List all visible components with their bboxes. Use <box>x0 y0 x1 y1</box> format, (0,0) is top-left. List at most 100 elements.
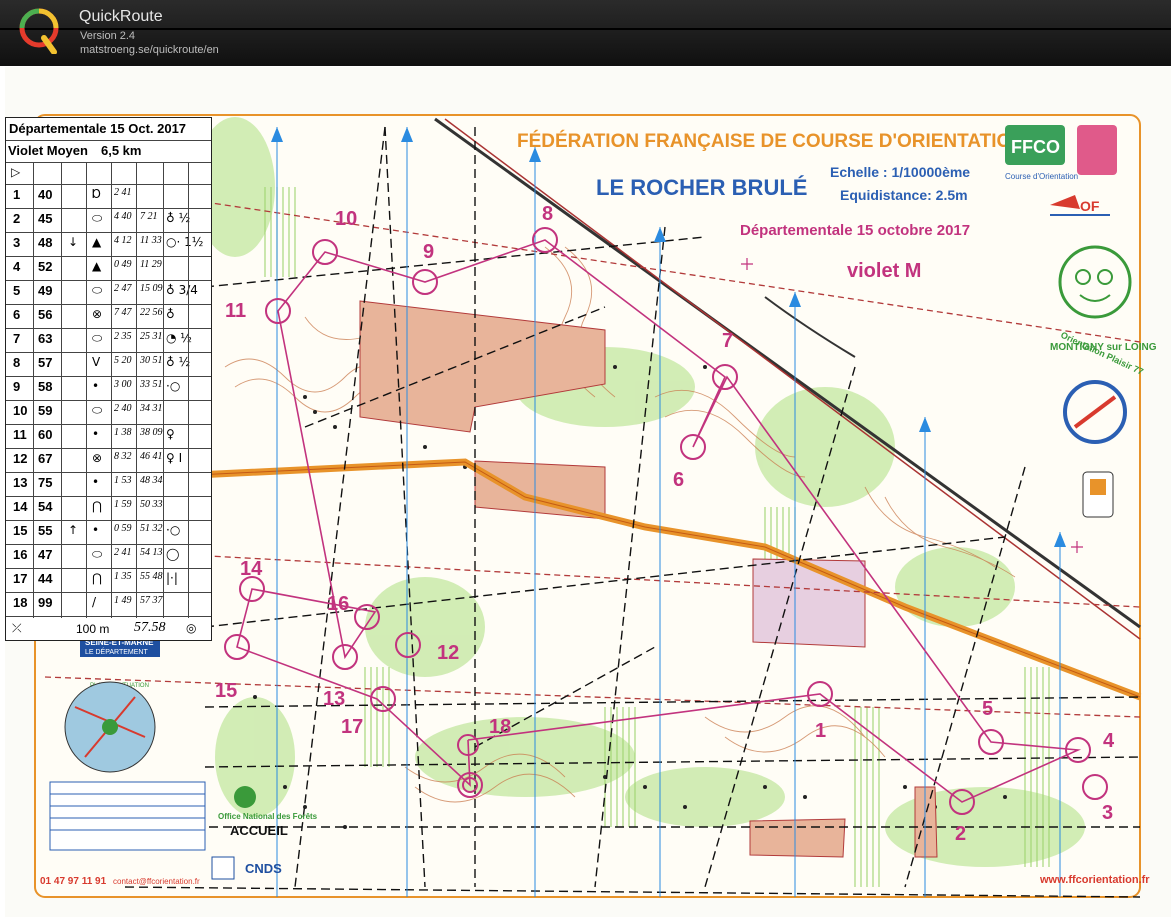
start-triangle-icon: ▷ <box>11 165 21 179</box>
svg-text:LE DÉPARTEMENT: LE DÉPARTEMENT <box>85 647 148 656</box>
contact-email: contact@ffcorientation.fr <box>113 877 200 886</box>
control-label-6: 6 <box>673 469 684 491</box>
control-number: 18 <box>13 595 28 610</box>
control-number: 11 <box>13 427 27 442</box>
legal-info-box <box>49 781 206 851</box>
svg-text:FFCO: FFCO <box>1011 137 1060 157</box>
control-description-sheet: Départementale 15 Oct. 2017 Violet Moyen… <box>5 117 212 641</box>
control-row: 15 55 ↑ • 0 59 51 32 ·○ <box>6 520 211 545</box>
split-time: 1 38 <box>114 427 132 438</box>
control-row: 16 47 ⬭ 2 41 54 13 ◯ <box>6 544 211 569</box>
feature-icon: ▲ <box>92 235 102 249</box>
control-row: 17 44 ⋂ 1 35 55 48 |·| <box>6 568 211 593</box>
control-code: 56 <box>38 307 53 322</box>
split-time: 0 49 <box>114 259 132 270</box>
control-row: 1 40 Ɒ 2 41 <box>6 184 211 209</box>
control-row: 8 57 V 5 20 30 51 ♁ ½ <box>6 352 211 377</box>
control-code: 75 <box>38 475 53 490</box>
detail-icon: ♁ 3/4 <box>166 283 198 297</box>
sheet-distance: 6,5 km <box>101 143 142 158</box>
control-number: 13 <box>13 475 28 490</box>
finish-arrow-icon: ⤫ <box>12 621 22 635</box>
split-time: 0 59 <box>114 523 132 534</box>
app-url[interactable]: matstroeng.se/quickroute/en <box>80 44 219 56</box>
sheet-course-row: Violet Moyen 6,5 km <box>6 140 211 163</box>
control-label-7: 7 <box>722 330 733 352</box>
control-row: 10 59 ⬭ 2 40 34 31 <box>6 400 211 425</box>
cumulative-time: 55 48 <box>140 571 163 582</box>
control-code: 59 <box>38 403 53 418</box>
split-time: 1 49 <box>114 595 132 606</box>
control-row: 13 75 • 1 53 48 34 <box>6 472 211 497</box>
control-label-1: 1 <box>815 720 826 742</box>
control-code: 47 <box>38 547 53 562</box>
website: www.ffcorientation.fr <box>1039 874 1150 886</box>
control-code: 44 <box>38 571 53 586</box>
control-label-9: 9 <box>423 241 434 263</box>
split-time: 4 40 <box>114 211 132 222</box>
control-row: 3 48 ↓ ▲ 4 12 11 33 ○· 1½ <box>6 232 211 257</box>
split-time: 1 35 <box>114 571 132 582</box>
finish-circle-icon: ◎ <box>186 621 197 635</box>
cumulative-time: 15 09 <box>140 283 163 294</box>
control-label-14: 14 <box>240 558 263 580</box>
cumulative-time: 48 34 <box>140 475 163 486</box>
feature-icon: • <box>92 475 100 489</box>
detail-icon: ·○ <box>166 379 181 393</box>
control-row: 2 45 ⬭ 4 40 7 21 ♁ ½ <box>6 208 211 233</box>
split-time: 1 59 <box>114 499 132 510</box>
control-label-5: 5 <box>982 698 993 720</box>
control-number: 9 <box>13 379 21 394</box>
sheet-title-row: Départementale 15 Oct. 2017 <box>6 118 211 141</box>
feature-icon: ⬭ <box>92 403 103 417</box>
detail-icon: ♁ ½ <box>166 355 191 369</box>
feature-icon: ⬭ <box>92 547 103 561</box>
control-row: 11 60 • 1 38 38 09 ♀ <box>6 424 211 449</box>
control-code: 40 <box>38 187 53 202</box>
control-code: 48 <box>38 235 53 250</box>
control-row: 6 56 ⊗ 7 47 22 56 ♁ <box>6 304 211 329</box>
control-number: 3 <box>13 235 21 250</box>
control-row: 14 54 ⋂ 1 59 50 33 <box>6 496 211 521</box>
control-label-4: 4 <box>1103 730 1115 752</box>
detail-icon: ♁ <box>166 307 175 321</box>
control-number: 7 <box>13 331 21 346</box>
control-code: 55 <box>38 523 53 538</box>
finish-distance: 100 m <box>76 622 110 636</box>
split-time: 7 47 <box>114 307 132 318</box>
split-time: 2 41 <box>114 547 132 558</box>
titlebar-separator <box>0 28 1171 30</box>
control-code: 57 <box>38 355 53 370</box>
control-label-15: 15 <box>215 680 237 702</box>
control-code: 67 <box>38 451 53 466</box>
control-code: 54 <box>38 499 53 514</box>
feature-icon: Ɒ <box>92 187 102 201</box>
feature-icon: ⊗ <box>92 307 103 321</box>
detail-icon: ·○ <box>166 523 181 537</box>
split-time: 2 35 <box>114 331 132 342</box>
control-number: 2 <box>13 211 21 226</box>
detail-icon: ♀ I <box>166 451 183 465</box>
feature-icon: ⬭ <box>92 211 103 225</box>
cumulative-time: 46 41 <box>140 451 163 462</box>
control-label-2: 2 <box>955 823 966 845</box>
cumulative-time: 51 32 <box>140 523 163 534</box>
control-number: 16 <box>13 547 28 562</box>
cumulative-time: 57 37 <box>140 595 163 606</box>
control-label-8: 8 <box>542 203 553 225</box>
orientation-badge-icon <box>1082 471 1114 518</box>
feature-icon: ⊗ <box>92 451 103 465</box>
map-equidistance: Equidistance: 2.5m <box>840 187 968 203</box>
cumulative-time: 11 33 <box>140 235 162 246</box>
course-name: violet M <box>847 260 921 282</box>
control-number: 14 <box>13 499 28 514</box>
feature-icon: ⬭ <box>92 283 103 297</box>
app-name: QuickRoute <box>79 8 163 25</box>
feature-icon: / <box>92 595 97 609</box>
control-label-10: 10 <box>335 208 357 230</box>
feature-icon: ⋂ <box>92 571 102 585</box>
ffco-logo: FFCO Course d'Orientation <box>1005 125 1117 181</box>
control-number: 1 <box>13 187 21 202</box>
cumulative-time: 33 51 <box>140 379 163 390</box>
control-row: 7 63 ⬭ 2 35 25 31 ◔ ½ <box>6 328 211 353</box>
